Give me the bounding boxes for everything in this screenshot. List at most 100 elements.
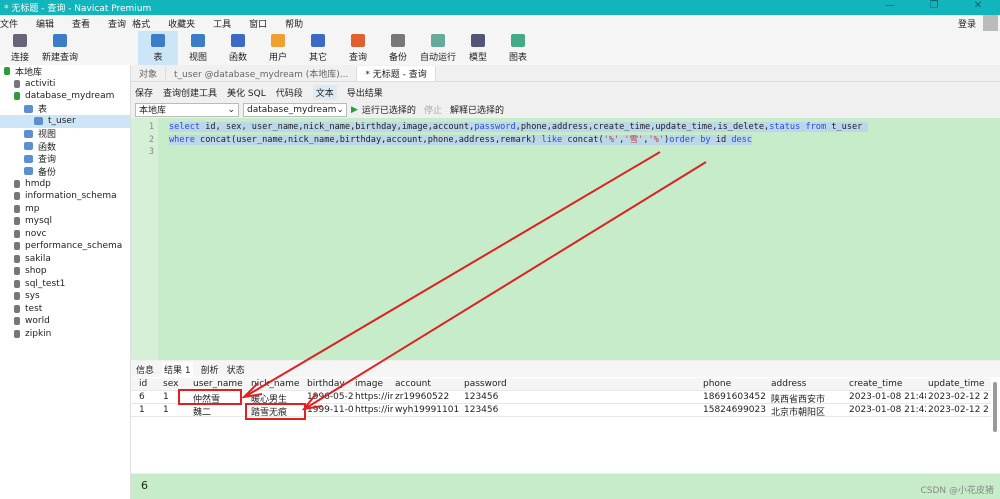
table-row[interactable]: 61仲然雪暖心男生1996-05-22https://imzr199605221… xyxy=(131,391,991,405)
toolbar-button[interactable]: 查询 xyxy=(338,31,378,65)
tab-status[interactable]: 状态 xyxy=(227,363,245,376)
toolbar-button[interactable]: 视图 xyxy=(178,31,218,65)
tree-item[interactable]: world xyxy=(0,315,130,328)
tree-item[interactable]: mysql xyxy=(0,215,130,228)
tree-item[interactable]: 视图 xyxy=(0,128,130,140)
tab-info[interactable]: 信息 xyxy=(136,363,154,376)
query-builder-button[interactable]: 查询创建工具 xyxy=(163,86,217,99)
menu-item[interactable]: 工具 xyxy=(213,17,231,30)
tab-query[interactable]: * 无标题 - 查询 xyxy=(357,66,436,81)
database-value: database_mydream xyxy=(247,104,337,115)
tree-item[interactable]: 函数 xyxy=(0,140,130,153)
tree-item[interactable]: zipkin xyxy=(0,328,130,341)
login-link[interactable]: 登录 xyxy=(958,17,976,30)
column-header[interactable]: phone xyxy=(703,379,731,389)
menu-bar: 文件 编辑 查看 查询 格式 收藏夹 工具 窗口 帮助 xyxy=(0,15,1000,31)
column-header[interactable]: address xyxy=(771,379,806,389)
tab-t-user[interactable]: t_user @database_mydream (本地库)... xyxy=(166,66,358,81)
tree-item[interactable]: novc xyxy=(0,228,130,241)
vertical-scrollbar[interactable] xyxy=(993,382,997,432)
toolbar-button[interactable]: 备份 xyxy=(378,31,418,65)
tree-label: mp xyxy=(25,203,40,214)
maximize-button[interactable]: ❐ xyxy=(912,0,956,11)
tab-profile[interactable]: 剖析 xyxy=(201,363,219,376)
database-select[interactable]: database_mydream ⌄ xyxy=(243,102,347,117)
column-header[interactable]: nick_name xyxy=(251,379,299,389)
query-toolbar: 保存 查询创建工具 美化 SQL 代码段 文本 导出结果 xyxy=(131,84,1000,101)
tree-item[interactable]: activiti xyxy=(0,78,130,91)
database-icon xyxy=(14,92,20,101)
column-header[interactable]: id xyxy=(139,379,147,389)
column-header[interactable]: user_name xyxy=(193,379,243,389)
column-header[interactable]: birthday xyxy=(307,379,345,389)
status-bar: 6 xyxy=(131,474,1000,499)
tree-item[interactable]: sakila xyxy=(0,253,130,266)
toolbar-button[interactable]: 新建查询 xyxy=(40,31,80,65)
toolbar-button[interactable]: 自动运行 xyxy=(418,31,458,65)
column-header[interactable]: password xyxy=(464,379,507,389)
tree-item[interactable]: 备份 xyxy=(0,165,130,178)
menu-item[interactable]: 编辑 xyxy=(36,17,54,30)
toolbar-button[interactable]: 连接 xyxy=(0,31,40,65)
code-snippet-button[interactable]: 代码段 xyxy=(276,86,303,99)
tree-item[interactable]: information_schema xyxy=(0,190,130,203)
column-header[interactable]: sex xyxy=(163,379,178,389)
tree-item[interactable]: shop xyxy=(0,265,130,278)
run-selected-button[interactable]: 运行已选择的 xyxy=(362,103,416,116)
tree-item[interactable]: mp xyxy=(0,203,130,216)
tab-objects[interactable]: 对象 xyxy=(131,66,167,81)
grid-cell: 魏二 xyxy=(193,408,212,418)
column-header[interactable]: image xyxy=(355,379,383,389)
tree-label: information_schema xyxy=(25,191,117,202)
tree-item[interactable]: sys xyxy=(0,290,130,303)
menu-item[interactable]: 查看 xyxy=(72,17,90,30)
grid-cell: 1 xyxy=(163,405,169,415)
tree-item[interactable]: hmdp xyxy=(0,178,130,191)
database-icon xyxy=(34,117,43,126)
text-mode-button[interactable]: 文本 xyxy=(312,85,337,100)
table-row[interactable]: 1 1 魏二 踏雪无痕 1999-11-01https://imwyh19991101 1… xyxy=(131,404,991,418)
menu-item[interactable]: 查询 xyxy=(108,17,126,30)
column-header[interactable]: update_time xyxy=(928,379,985,389)
avatar[interactable] xyxy=(983,15,998,31)
toolbar-button[interactable]: 用户 xyxy=(258,31,298,65)
tree-item[interactable]: database_mydream xyxy=(0,90,130,103)
toolbar-button[interactable]: 模型 xyxy=(458,31,498,65)
save-button[interactable]: 保存 xyxy=(135,86,153,99)
grid-cell: 2023-02-12 23:4 xyxy=(928,392,989,402)
menu-item[interactable]: 格式 xyxy=(132,17,150,30)
beautify-sql-button[interactable]: 美化 SQL xyxy=(227,86,266,99)
grid-cell: 123456 xyxy=(464,405,499,415)
tree-item[interactable]: t_user xyxy=(0,115,130,128)
grid-cell: zr19960522 xyxy=(395,392,450,402)
tree-item[interactable]: 表 xyxy=(0,103,130,115)
close-button[interactable]: ✕ xyxy=(956,0,1000,11)
minimize-button[interactable]: — xyxy=(868,0,912,11)
tree-label: 查询 xyxy=(38,155,57,166)
column-header[interactable]: account xyxy=(395,379,431,389)
toolbar-button[interactable]: 表 xyxy=(138,31,178,65)
explain-selected-button[interactable]: 解释已选择的 xyxy=(450,103,504,116)
menu-item[interactable]: 收藏夹 xyxy=(168,17,195,30)
grid-cell: 18691603452 xyxy=(703,392,766,402)
column-header[interactable]: create_time xyxy=(849,379,902,389)
export-result-button[interactable]: 导出结果 xyxy=(347,86,383,99)
tree-item[interactable]: 本地库 xyxy=(0,65,130,78)
toolbar-button[interactable]: 图表 xyxy=(498,31,538,65)
tree-item[interactable]: performance_schema xyxy=(0,240,130,253)
connection-select[interactable]: 本地库 ⌄ xyxy=(135,102,239,117)
tree-item[interactable]: 查询 xyxy=(0,153,130,166)
toolbar-button[interactable]: 其它 xyxy=(298,31,338,65)
sql-editor[interactable]: 1 2 3 select id, sex, user_name,nick_name,… xyxy=(131,118,1000,360)
line-number: 1 xyxy=(148,122,154,132)
menu-item[interactable]: 窗口 xyxy=(249,17,267,30)
menu-item[interactable]: 帮助 xyxy=(285,17,303,30)
line-number: 3 xyxy=(148,147,154,157)
toolbar-button[interactable]: 函数 xyxy=(218,31,258,65)
toolbar-label: 自动运行 xyxy=(419,52,456,63)
stop-button[interactable]: 停止 xyxy=(424,103,442,116)
menu-item[interactable]: 文件 xyxy=(0,17,18,30)
tree-item[interactable]: sql_test1 xyxy=(0,278,130,291)
tab-result-1[interactable]: 结果 1 xyxy=(162,361,193,377)
tree-item[interactable]: test xyxy=(0,303,130,316)
